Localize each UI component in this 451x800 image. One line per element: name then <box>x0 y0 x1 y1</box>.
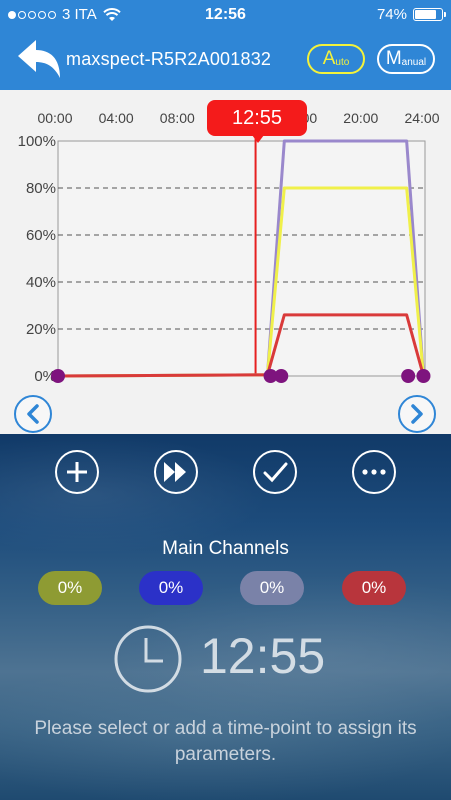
clock-icon <box>114 625 182 693</box>
channel-3-value[interactable]: 0% <box>240 571 304 605</box>
x-tick-label: 04:00 <box>99 110 134 126</box>
manual-label-initial: M <box>385 48 402 69</box>
channel-1-value[interactable]: 0% <box>38 571 102 605</box>
fast-forward-button[interactable] <box>154 450 198 494</box>
auto-mode-button[interactable]: Auto <box>307 44 365 74</box>
battery-icon <box>413 8 446 21</box>
device-title: maxspect-R5R2A001832 <box>66 49 272 69</box>
channel-4-value[interactable]: 0% <box>342 571 406 605</box>
main-channels-title: Main Channels <box>162 538 289 559</box>
next-button[interactable] <box>398 395 436 433</box>
clock-time: 12:55 <box>200 628 326 684</box>
auto-label-rest: uto <box>335 56 350 68</box>
previous-button[interactable] <box>14 395 52 433</box>
channel-2-value[interactable]: 0% <box>139 571 203 605</box>
manual-mode-button[interactable]: Manual <box>377 44 435 74</box>
manual-label-rest: anual <box>401 56 427 68</box>
x-tick-label: 00:00 <box>37 110 72 126</box>
auto-label-initial: A <box>322 48 336 69</box>
x-tick-label: 08:00 <box>160 110 195 126</box>
battery-percent: 74% <box>376 6 407 23</box>
timepoint-marker[interactable] <box>274 369 289 383</box>
battery-group: 74% <box>376 6 446 23</box>
more-dots-icon <box>362 469 386 475</box>
y-tick-label: 80% <box>26 180 56 197</box>
current-time-marker[interactable]: 12:55 <box>207 100 307 143</box>
schedule-chart-panel: 100%80%60%40%20%0%00:0004:0008:0012:0016… <box>0 90 451 434</box>
status-bar: 3 ITA 12:56 74% <box>0 0 451 30</box>
back-arrow-icon[interactable] <box>16 38 62 82</box>
confirm-button[interactable] <box>253 450 297 494</box>
y-tick-label: 40% <box>26 274 56 291</box>
chevron-right-icon <box>411 404 423 424</box>
add-timepoint-button[interactable] <box>55 450 99 494</box>
plot-frame <box>57 140 426 377</box>
x-tick-label: 24:00 <box>404 110 439 126</box>
fast-forward-icon <box>164 462 186 482</box>
chevron-left-icon <box>27 404 39 424</box>
timepoint-marker[interactable] <box>401 369 416 383</box>
plus-icon <box>67 462 87 482</box>
more-button[interactable] <box>352 450 396 494</box>
timepoint-marker[interactable] <box>51 369 65 383</box>
instruction-text: Please select or add a time-point to ass… <box>34 718 417 765</box>
x-tick-label: 20:00 <box>343 110 378 126</box>
y-tick-label: 100% <box>18 133 56 150</box>
y-tick-label: 20% <box>26 321 56 338</box>
schedule-chart[interactable]: 100%80%60%40%20%0%00:0004:0008:0012:0016… <box>0 90 451 434</box>
timepoint-marker[interactable] <box>416 369 431 383</box>
checkmark-icon <box>263 462 288 483</box>
y-tick-label: 60% <box>26 227 56 244</box>
